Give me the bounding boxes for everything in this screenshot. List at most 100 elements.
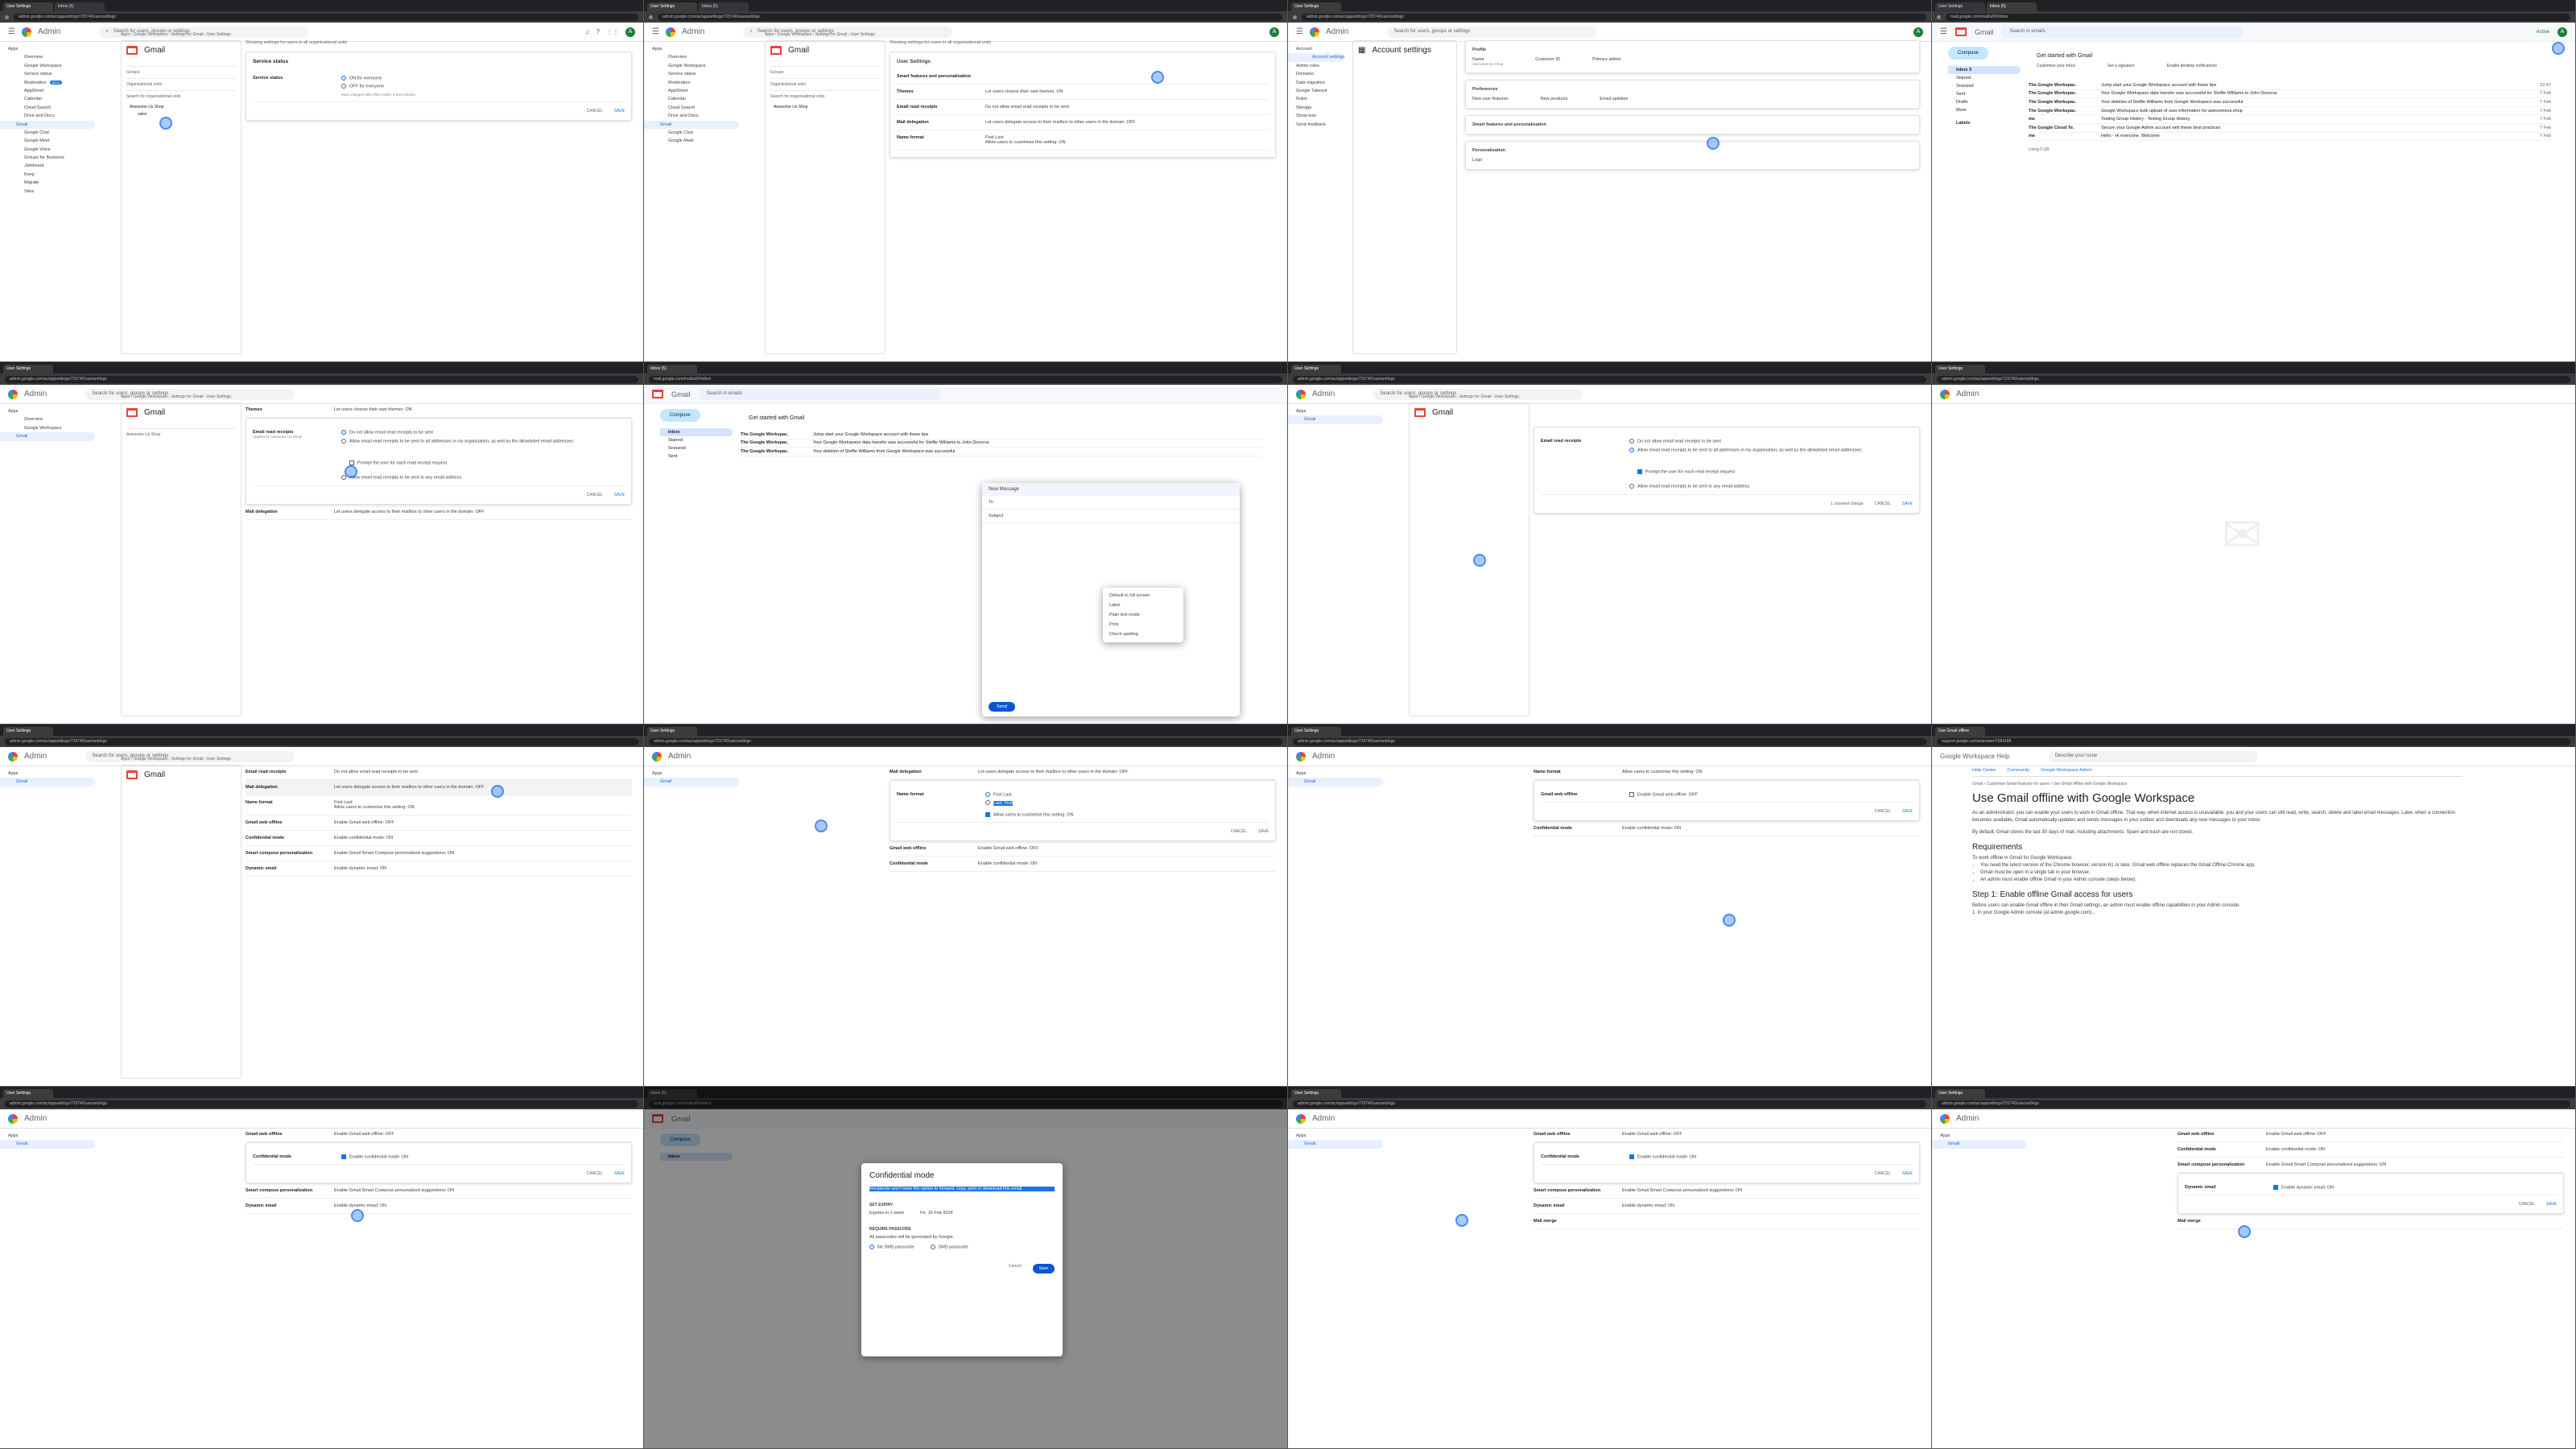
setting-read-receipts[interactable]: Email read receipts Do not allow email re… [897, 100, 1269, 115]
rr-prompt-checkbox[interactable]: Prompt the user for each read receipt re… [1637, 469, 1913, 474]
sidebar-item-gmail[interactable]: Gmail [0, 120, 95, 129]
rr-option-any[interactable]: Allow email read receipts to be sent to … [1629, 484, 1913, 489]
save-button[interactable]: SAVE [1902, 1171, 1913, 1176]
setting-smart-compose[interactable]: Smart compose personalization Enable Gmai… [2178, 1158, 2564, 1173]
sidebar-item-moderation[interactable]: Moderation [652, 79, 739, 87]
tab-gmail[interactable]: Inbox (5) [1987, 2, 2037, 11]
cancel-button[interactable]: CANCEL [1231, 829, 1247, 834]
sidebar-item-chat[interactable]: Google Chat [8, 129, 95, 137]
setting-mail-delegation[interactable]: Mail delegation Let users delegate access… [897, 115, 1269, 130]
list-item[interactable]: me Testing Group History - Testing Group … [2029, 115, 2551, 124]
save-button[interactable]: SAVE [614, 493, 625, 497]
cancel-button[interactable]: CANCEL [1875, 1171, 1891, 1176]
sidebar-item-keep[interactable]: Keep [8, 171, 95, 179]
sidebar-item-calendar[interactable]: Calendar [8, 95, 95, 103]
tab-admin[interactable]: User Settings [1291, 365, 1341, 374]
setting-read-receipts[interactable]: Email read receipts Do not allow email re… [246, 765, 632, 780]
sidebar-item-overview[interactable]: Overview [652, 53, 739, 61]
sidebar-item-data-migration[interactable]: Data migration [1296, 79, 1344, 87]
setting-web-offline[interactable]: Gmail web offline Enable Gmail web offlin… [890, 841, 1276, 857]
show-less-link[interactable]: Show less [1296, 112, 1344, 120]
apps-icon[interactable]: ⋮⋮ [606, 28, 619, 35]
menu-icon[interactable]: ☰ [1940, 27, 1947, 36]
avatar[interactable]: A [2557, 27, 2567, 37]
sidebar-item-apps[interactable]: Apps [652, 45, 739, 53]
setting-mail-merge[interactable]: Mail merge [1534, 1214, 1920, 1230]
sidebar-item-migrate[interactable]: Migrate [8, 179, 95, 187]
tab-admin[interactable]: User Settings [3, 727, 53, 736]
name-last-first-radio[interactable]: Last, First [985, 800, 1269, 806]
sidebar-item-apps[interactable]: Apps [1296, 1132, 1383, 1140]
sidebar-item-jamboard[interactable]: Jamboard [8, 162, 95, 170]
tab-admin[interactable]: User Settings [647, 2, 697, 11]
org-unit-root[interactable]: Awesome Us Shop [770, 102, 880, 109]
sidebar-item-apps[interactable]: Apps [652, 770, 739, 778]
url-field[interactable]: admin.google.com/ac/appsettings/725740/u… [649, 737, 1282, 745]
search-input[interactable]: Search for users, groups or settings [1387, 26, 1597, 38]
tab-admin[interactable]: User Settings [3, 2, 53, 11]
back-icon[interactable] [649, 14, 653, 19]
help-search-input[interactable]: Describe your issue [2048, 750, 2258, 762]
setting-mail-delegation[interactable]: Mail delegation Let users delegate access… [890, 765, 1276, 780]
sidebar-item-cloud-search[interactable]: Cloud Search [652, 104, 739, 112]
cancel-button[interactable]: CANCEL [1875, 502, 1891, 506]
tab-admin[interactable]: User Settings [3, 365, 53, 374]
nav-sent[interactable]: Sent [660, 452, 733, 460]
back-icon[interactable] [5, 14, 9, 19]
setting-confidential[interactable]: Confidential mode Enable confidential mod… [890, 857, 1276, 873]
list-item[interactable]: me Hello - Hi everyone, Welcome 7 Feb [2029, 133, 2551, 142]
sidebar-item-drive[interactable]: Drive and Docs [652, 112, 739, 120]
org-unit-root[interactable]: Awesome Us Shop [126, 428, 236, 440]
save-button[interactable]: SAVE [2546, 1202, 2557, 1207]
setting-dynamic-email[interactable]: Dynamic email Enable dynamic email: ON [246, 861, 632, 877]
tab-gmail[interactable]: Inbox (5) [647, 365, 697, 374]
nav-drafts[interactable]: Drafts [1948, 98, 2021, 106]
nav-snoozed[interactable]: Snoozed [660, 444, 733, 452]
tip-notifications[interactable]: Enable desktop notifications [2167, 64, 2217, 68]
url-field[interactable]: admin.google.com/ac/appsettings/725740/u… [1302, 13, 1926, 21]
sidebar-item-calendar[interactable]: Calendar [652, 95, 739, 103]
menu-item-print[interactable]: Print [1109, 620, 1177, 630]
setting-mail-merge[interactable]: Mail merge [2178, 1214, 2564, 1230]
sidebar-item-gmail[interactable]: Gmail [1932, 1140, 2027, 1149]
org-units-section[interactable]: Organisational units [770, 78, 880, 90]
tab-help[interactable]: Use Gmail offline [1935, 727, 1985, 736]
list-item[interactable]: The Google Workspac. Your deletion of Ste… [741, 448, 1263, 456]
tab-community[interactable]: Community [2007, 768, 2029, 773]
menu-item-label[interactable]: Label [1109, 601, 1177, 610]
setting-smart-compose[interactable]: Smart compose personalization Enable Gmai… [246, 846, 632, 861]
subject-field[interactable]: Subject [982, 510, 1240, 523]
menu-icon[interactable]: ☰ [652, 27, 659, 36]
rr-option-org[interactable]: Allow email read receipts to be sent to … [341, 439, 625, 444]
org-unit-search[interactable]: Search for organisational units [770, 90, 880, 102]
enable-dynamic-checkbox[interactable]: Enable dynamic email: ON [2273, 1185, 2557, 1190]
nav-more[interactable]: More [1948, 106, 2021, 114]
sidebar-item-meet[interactable]: Google Meet [652, 137, 739, 145]
sidebar-item-storage[interactable]: Storage [1296, 104, 1344, 112]
sidebar-item-overview[interactable]: Overview [8, 415, 95, 423]
setting-confidential[interactable]: Confidential mode Enable confidential mod… [246, 831, 632, 846]
sidebar-item-gmail[interactable]: Gmail [1288, 778, 1383, 786]
sidebar-item-groups[interactable]: Groups for Business [8, 154, 95, 162]
url-field[interactable]: admin.google.com/ac/appsettings/725740/u… [1293, 737, 1926, 745]
help-icon[interactable]: ? [597, 28, 600, 35]
enable-offline-checkbox[interactable]: Enable Gmail web offline: OFF [1629, 792, 1913, 797]
sidebar-item-gmail[interactable]: Gmail [644, 120, 739, 129]
setting-mail-delegation[interactable]: Mail delegation Let users delegate access… [246, 505, 632, 520]
org-unit-sales[interactable]: sales [126, 109, 236, 117]
url-field[interactable]: admin.google.com/ac/appsettings/725740/u… [658, 13, 1282, 21]
sidebar-item-account-settings[interactable]: Account settings [1288, 53, 1344, 62]
enable-confidential-checkbox[interactable]: Enable confidential mode: ON [1629, 1154, 1913, 1159]
setting-dynamic-email[interactable]: Dynamic email Enable dynamic email: ON [1534, 1199, 1920, 1215]
sms-radio[interactable]: SMS passcode [930, 1245, 968, 1249]
rr-option-none[interactable]: Do not allow email read receipts to be s… [1629, 439, 1913, 444]
sidebar-item-service-status[interactable]: Service status [652, 70, 739, 78]
rr-option-none[interactable]: Do not allow email read receipts to be s… [341, 430, 625, 435]
avatar[interactable]: A [1269, 27, 1279, 37]
sidebar-item-gmail[interactable]: Gmail [1288, 415, 1383, 424]
sidebar-item-google-workspace[interactable]: Google Workspace [8, 62, 95, 70]
rr-option-any[interactable]: Allow email read receipts to be sent to … [341, 475, 625, 481]
sidebar-item-rules[interactable]: Rules [1296, 95, 1344, 103]
service-on-radio[interactable]: ON for everyone [341, 76, 625, 80]
expiry-select[interactable]: Expires in 1 week [869, 1211, 904, 1216]
